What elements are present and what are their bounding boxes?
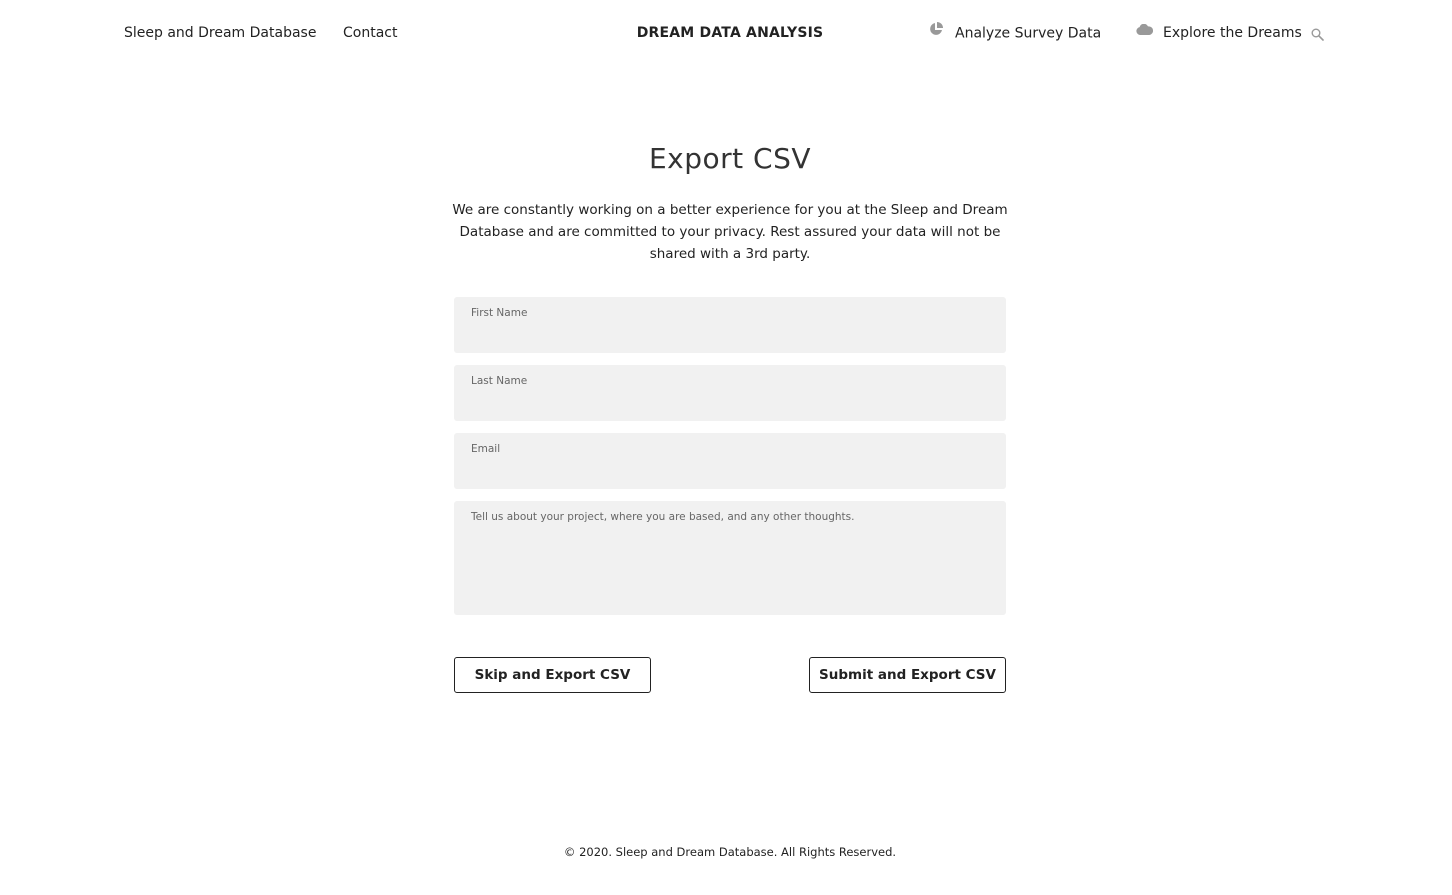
first-name-field[interactable]: First Name: [454, 297, 1006, 353]
privacy-intro-text: We are constantly working on a better ex…: [452, 202, 1008, 262]
first-name-label: First Name: [471, 307, 528, 319]
last-name-label: Last Name: [471, 375, 528, 387]
cloud-icon: [1136, 22, 1154, 40]
page: Sleep and Dream Database Contact DREAM D…: [0, 0, 1452, 895]
nav-label-explore-the-dreams: Explore the Dreams: [1163, 25, 1302, 41]
pie-chart-icon: [929, 22, 943, 41]
page-title: Export CSV: [648, 142, 812, 175]
last-name-field[interactable]: Last Name: [454, 365, 1006, 421]
nav-link-analyze-survey-data[interactable]: Analyze Survey Data: [929, 22, 1102, 43]
submit-and-export-button[interactable]: Submit and Export CSV: [809, 657, 1006, 693]
project-message-placeholder: Tell us about your project, where you ar…: [471, 511, 855, 523]
nav-label-analyze-survey-data: Analyze Survey Data: [955, 25, 1102, 42]
nav-link-explore-the-dreams[interactable]: Explore the Dreams: [1136, 22, 1302, 42]
project-message-textarea[interactable]: Tell us about your project, where you ar…: [454, 501, 1006, 615]
skip-and-export-button[interactable]: Skip and Export CSV: [454, 657, 651, 693]
search-icon[interactable]: [1311, 26, 1325, 41]
footer-copyright: © 2020. Sleep and Dream Database. All Ri…: [563, 845, 897, 859]
email-label: Email: [471, 443, 501, 455]
email-field[interactable]: Email: [454, 433, 1006, 489]
